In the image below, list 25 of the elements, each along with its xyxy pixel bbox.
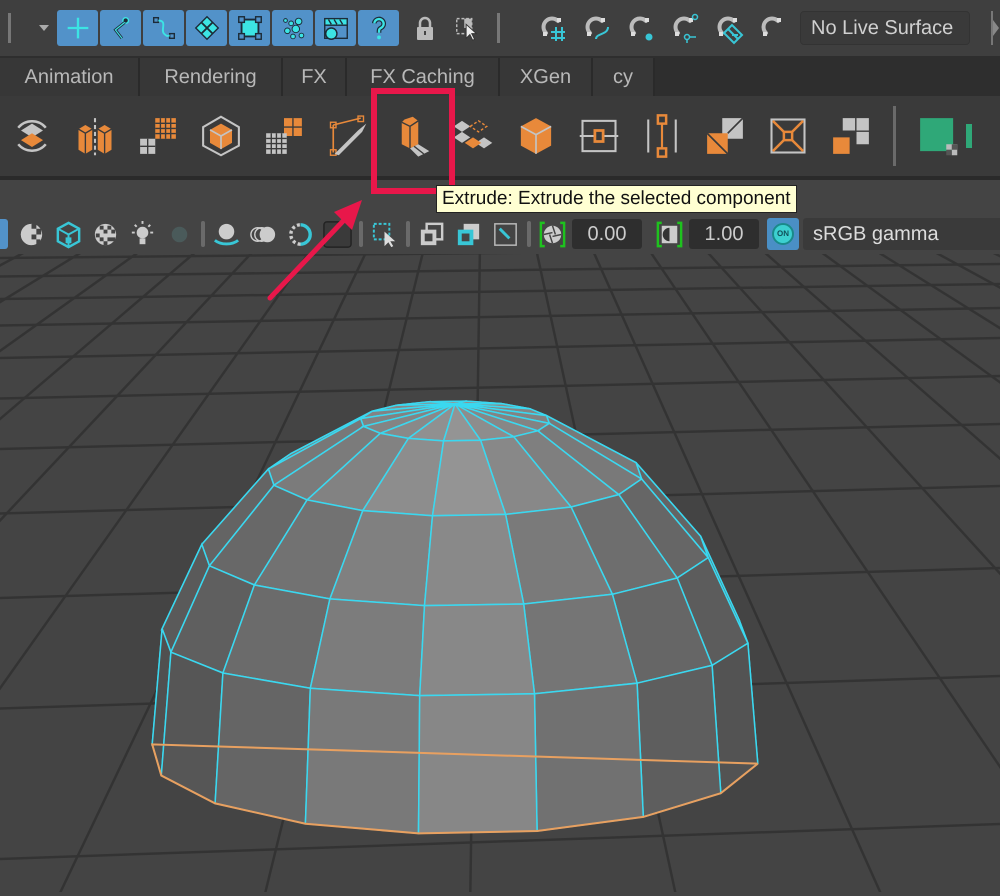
dropdown-caret-icon[interactable]: [37, 23, 51, 33]
shelf-tab[interactable]: FX Caching: [347, 58, 500, 96]
live-surface-field[interactable]: No Live Surface: [800, 11, 970, 45]
square-handles-button[interactable]: [229, 10, 270, 46]
color-management-toggle[interactable]: ON: [767, 218, 799, 250]
dots-cluster-button[interactable]: [272, 10, 313, 46]
shelf-tab[interactable]: cy: [593, 58, 655, 96]
exposure-field[interactable]: 0.00: [572, 219, 642, 249]
shelf-tab[interactable]: Animation: [0, 58, 140, 96]
gamma-field[interactable]: 1.00: [689, 219, 759, 249]
toggle-button[interactable]: [0, 219, 8, 249]
clapperboard-button[interactable]: [315, 10, 356, 46]
help-button[interactable]: [358, 10, 399, 46]
shelf-tab[interactable]: XGen: [500, 58, 593, 96]
curve-button[interactable]: [143, 10, 184, 46]
shelf-tab[interactable]: FX: [283, 58, 347, 96]
shelf-tab[interactable]: Rendering: [140, 58, 283, 96]
tooltip: Extrude: Extrude the selected component: [436, 185, 797, 213]
joint-button[interactable]: [100, 10, 141, 46]
diamond-grid-button[interactable]: [186, 10, 227, 46]
contrast-icon[interactable]: [654, 218, 685, 250]
cube-frame-icon[interactable]: [199, 114, 243, 158]
expand-arrow-icon[interactable]: [990, 11, 1000, 45]
color-space-field[interactable]: sRGB gamma: [803, 218, 1000, 250]
aperture-icon[interactable]: [537, 218, 568, 250]
